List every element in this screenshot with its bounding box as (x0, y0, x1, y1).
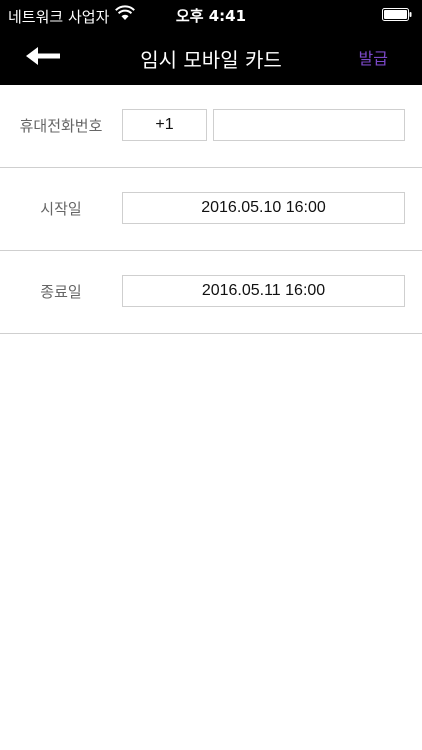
clock: 오후 4:41 (175, 7, 247, 25)
start-date-field[interactable]: 2016.05.10 16:00 (122, 192, 405, 224)
status-bar: 네트워크 사업자 오후 4:41 (0, 0, 422, 30)
issue-button[interactable]: 발급 (359, 45, 388, 69)
nav-bar: 임시 모바일 카드 발급 (0, 30, 422, 85)
start-date-row: 시작일 2016.05.10 16:00 (0, 168, 422, 251)
phone-row: 휴대전화번호 +1 (0, 85, 422, 168)
phone-number-input[interactable] (213, 109, 405, 141)
country-code-field[interactable]: +1 (122, 109, 207, 141)
end-date-field[interactable]: 2016.05.11 16:00 (122, 275, 405, 307)
battery-icon (382, 8, 412, 21)
start-date-label: 시작일 (40, 200, 82, 218)
phone-label: 휴대전화번호 (19, 117, 103, 135)
end-date-label: 종료일 (40, 283, 82, 301)
end-date-row: 종료일 2016.05.11 16:00 (0, 251, 422, 334)
